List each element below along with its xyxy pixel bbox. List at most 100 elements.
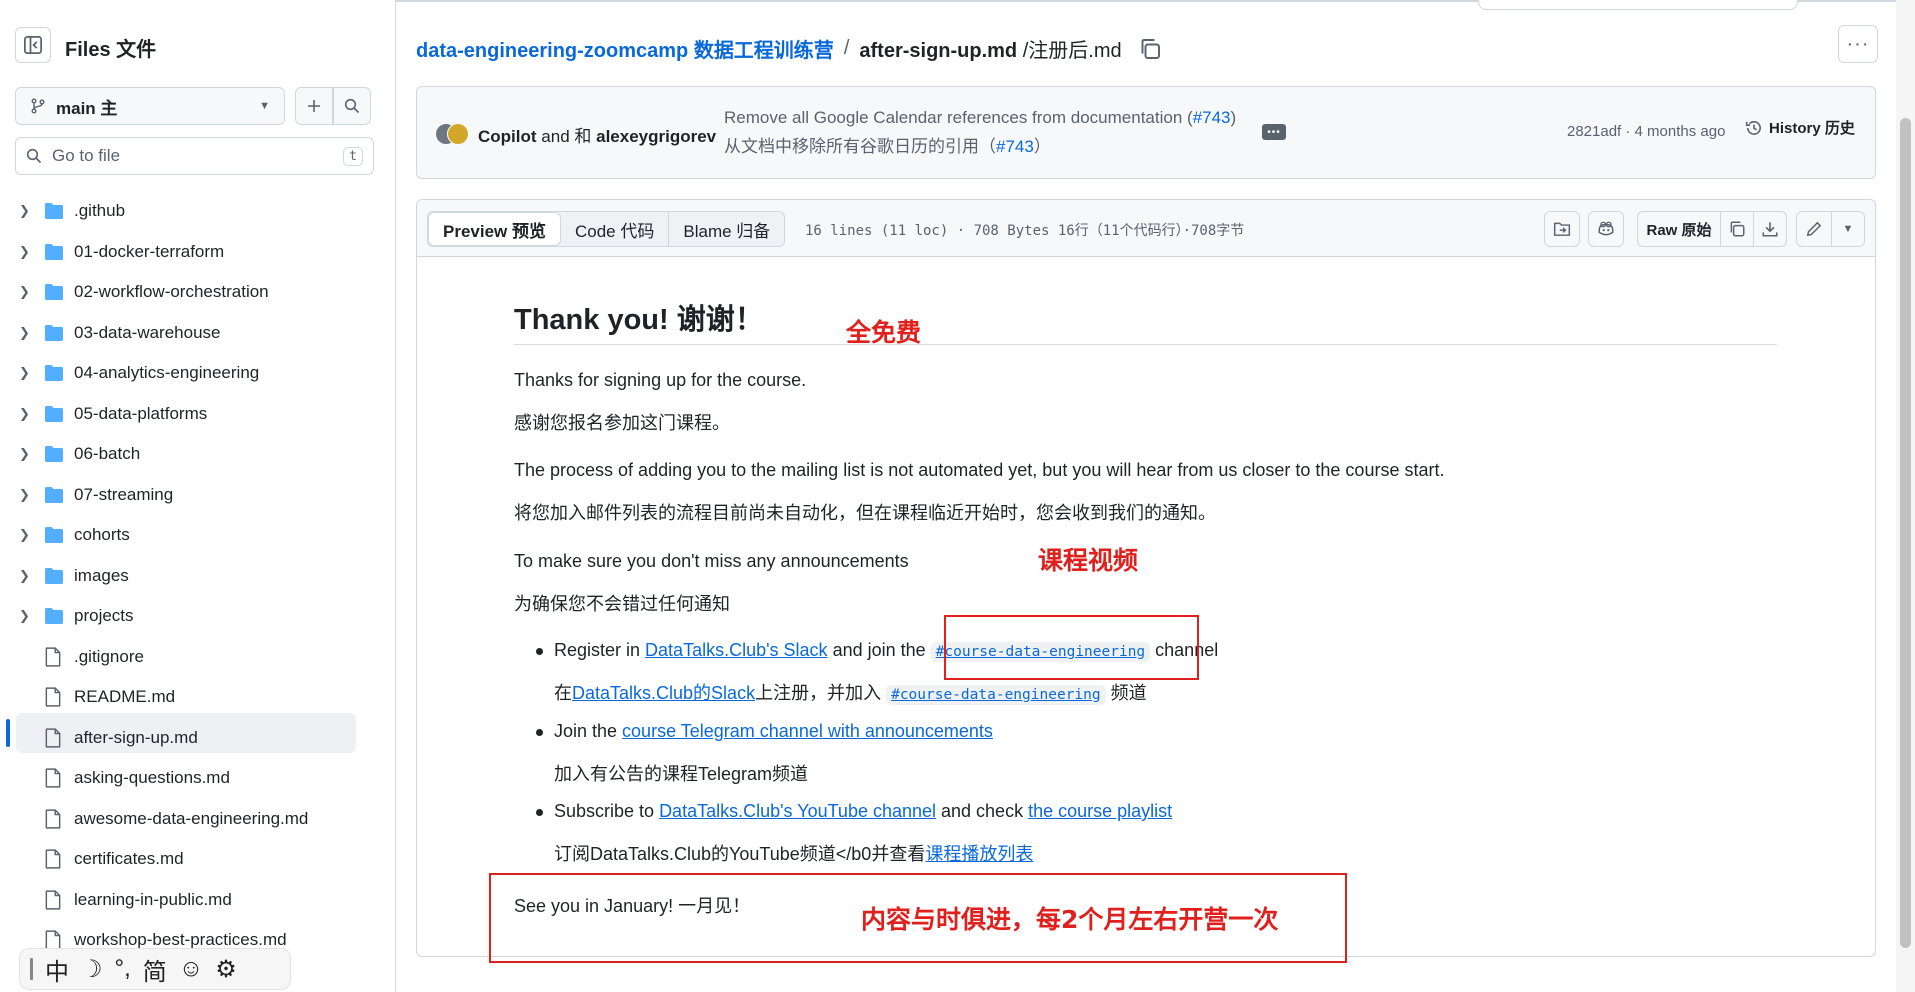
breadcrumb: data-engineering-zoomcamp 数据工程训练营 / afte… [416,34,1162,63]
go-to-file-input[interactable] [52,146,322,166]
chevron-right-icon[interactable]: ❯ [19,365,30,381]
list-bullet [536,809,543,816]
tree-folder[interactable]: ❯ 04-analytics-engineering [0,355,396,391]
tree-folder[interactable]: ❯ projects [0,598,396,634]
tree-folder[interactable]: ❯ 03-data-warehouse [0,315,396,351]
add-file-button[interactable] [295,87,333,125]
youtube-channel-link[interactable]: DataTalks.Club's YouTube channel [659,801,936,821]
p2-en: The process of adding you to the mailing… [514,460,1445,480]
chevron-right-icon[interactable]: ❯ [19,608,30,624]
chevron-right-icon[interactable]: ❯ [19,487,30,503]
tree-folder[interactable]: ❯ images [0,558,396,594]
file-tree-sidebar: Files 文件 main 主 ▼ t ❯ .github ❯ 01-docker-t… [0,0,396,992]
copy-raw-button[interactable] [1720,211,1754,247]
chevron-right-icon[interactable]: ❯ [19,568,30,584]
tab-code[interactable]: Code 代码 [561,212,670,246]
download-button[interactable] [1753,211,1787,247]
tree-item-label: 06-batch [74,444,141,463]
avatar-alexeygrigorev[interactable] [447,123,469,145]
tree-folder[interactable]: ❯ 07-streaming [0,477,396,513]
expand-commit-button[interactable]: ••• [1262,124,1286,140]
slack-link-cn[interactable]: DataTalks.Club的Slack [572,683,755,703]
chevron-right-icon[interactable]: ❯ [19,406,30,422]
slack-link[interactable]: DataTalks.Club's Slack [645,640,828,660]
course-playlist-link[interactable]: the course playlist [1028,801,1172,821]
tree-file[interactable]: asking-questions.md [0,760,396,796]
telegram-link[interactable]: course Telegram channel with announcemen… [622,721,993,741]
ime-drag-handle[interactable] [30,958,33,980]
latest-commit-bar: Copilot and 和 alexeygrigorev Remove all … [416,86,1876,179]
tree-file[interactable]: README.md [0,679,396,715]
edit-file-button[interactable] [1796,211,1832,247]
li2-pre: Join the [554,721,623,741]
tree-file[interactable]: .gitignore [0,639,396,675]
tree-item-label: cohorts [74,525,130,544]
tree-folder[interactable]: ❯ 02-workflow-orchestration [0,274,396,310]
folder-icon [44,486,64,509]
tree-folder[interactable]: ❯ 05-data-platforms [0,396,396,432]
chevron-right-icon[interactable]: ❯ [19,446,30,462]
search-files-button[interactable] [333,87,371,125]
tree-folder[interactable]: ❯ cohorts [0,517,396,553]
ime-punctuation-icon[interactable]: °, [115,955,131,983]
tree-item-label: 03-data-warehouse [74,322,221,342]
pr-link-cn[interactable]: #743 [996,137,1034,156]
breadcrumb-repo-link[interactable]: data-engineering-zoomcamp 数据工程训练营 [416,34,834,63]
author-copilot[interactable]: Copilot [478,127,537,146]
slack-channel-link-cn[interactable]: #course-data-engineering [891,687,1101,703]
course-playlist-link-cn[interactable]: 课程播放列表 [925,844,1033,864]
commit-meta[interactable]: 2821adf · 4 months ago [1567,123,1725,140]
tree-item-label: learning-in-public.md [74,889,232,909]
sidebar-collapse-icon [24,36,42,54]
author-conjunction: and 和 [541,127,592,146]
tree-folder[interactable]: ❯ .github [0,193,396,229]
tree-folder[interactable]: ❯ 01-docker-terraform [0,234,396,270]
list-item-telegram: Join the course Telegram channel with an… [554,721,993,742]
tree-file[interactable]: awesome-data-engineering.md [0,801,396,837]
copy-path-icon[interactable] [1138,37,1162,61]
ime-moon-icon[interactable]: ☽ [81,955,103,984]
ask-copilot-button[interactable] [1588,211,1624,247]
folder-icon [44,364,64,387]
collapse-sidebar-button[interactable] [15,27,51,63]
tree-item-label: certificates.md [74,849,184,868]
tree-file[interactable]: certificates.md [0,841,396,877]
view-mode-tabs: Preview 预览 Code 代码 Blame 归备 [427,211,786,247]
pr-link[interactable]: #743 [1193,108,1231,127]
more-options-button[interactable]: ··· [1838,25,1878,63]
raw-button[interactable]: Raw 原始 [1637,211,1721,247]
chevron-right-icon[interactable]: ❯ [19,325,30,341]
chevron-right-icon[interactable]: ❯ [19,244,30,260]
folder-icon [44,445,64,468]
folder-icon [44,283,64,306]
popup-edge [1478,0,1798,10]
ime-settings-icon[interactable]: ⚙ [215,955,237,984]
scrollbar-thumb[interactable] [1900,118,1911,948]
tree-item-label: after-sign-up.md [74,727,198,747]
branch-selector[interactable]: main 主 ▼ [15,87,285,125]
history-button[interactable]: History 历史 [1745,117,1855,138]
tab-blame[interactable]: Blame 归备 [669,212,784,246]
li1-cn-post: 频道 [1105,683,1147,703]
folder-icon [44,405,64,428]
list-bullet [536,729,543,736]
tree-item-label: README.md [74,687,176,706]
move-file-button[interactable] [1544,211,1580,247]
tab-preview[interactable]: Preview 预览 [428,212,561,246]
edit-options-dropdown[interactable]: ▼ [1831,211,1865,247]
ime-chinese-mode[interactable]: 中 [45,952,69,987]
chevron-right-icon[interactable]: ❯ [19,203,30,219]
commit-message-cn-text: 从文档中移除所有谷歌日历的引用（ [724,137,996,156]
page-scrollbar[interactable] [1896,0,1915,992]
chevron-right-icon[interactable]: ❯ [19,527,30,543]
ime-simplified-mode[interactable]: 简 [143,952,167,987]
heading-divider [514,344,1777,345]
tree-file[interactable]: after-sign-up.md [0,720,396,756]
li3-cn-pre: 订阅DataTalks.Club的YouTube频道</b0并查看 [554,844,926,864]
chevron-right-icon[interactable]: ❯ [19,284,30,300]
tree-folder[interactable]: ❯ 06-batch [0,436,396,472]
author-alexeygrigorev[interactable]: alexeygrigorev [596,127,716,146]
commit-message-suffix: ) [1230,108,1237,127]
ime-emoji-icon[interactable]: ☺ [179,955,204,983]
tree-file[interactable]: learning-in-public.md [0,882,396,918]
